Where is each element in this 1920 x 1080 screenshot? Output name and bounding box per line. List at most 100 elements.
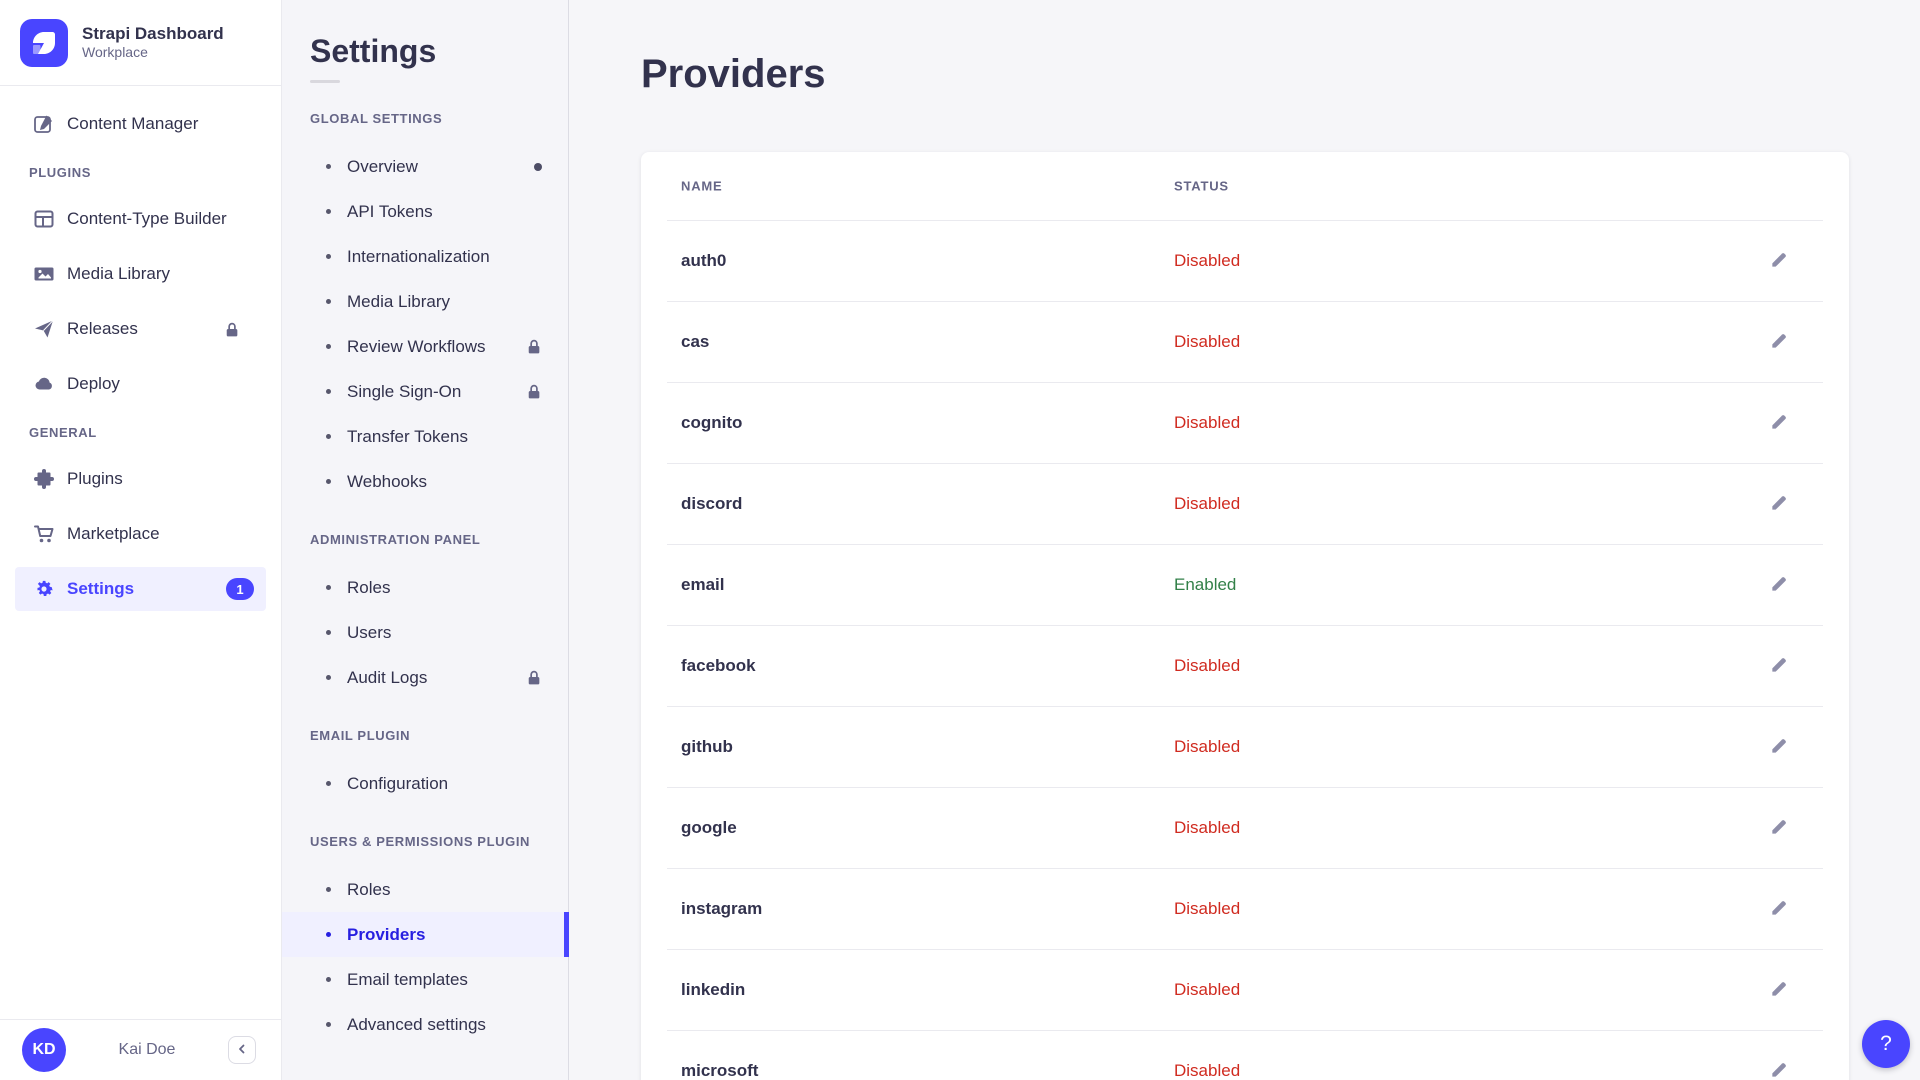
provider-status: Disabled bbox=[1174, 494, 1240, 514]
pencil-icon bbox=[1769, 736, 1789, 759]
lock-icon bbox=[525, 383, 542, 400]
edit-provider-button[interactable] bbox=[1763, 1055, 1795, 1080]
provider-status: Disabled bbox=[1174, 737, 1240, 757]
table-row[interactable]: facebook Disabled bbox=[667, 625, 1823, 706]
image-icon bbox=[33, 263, 55, 285]
subnav-section-users-permissions-plugin: USERS & PERMISSIONS PLUGIN bbox=[282, 832, 568, 852]
subnav-item-review-workflows[interactable]: Review Workflows bbox=[282, 324, 568, 369]
subnav-item-advanced-settings[interactable]: Advanced settings bbox=[282, 1002, 568, 1047]
subnav-item-email-templates[interactable]: Email templates bbox=[282, 957, 568, 1002]
edit-provider-button[interactable] bbox=[1763, 326, 1795, 358]
edit-provider-button[interactable] bbox=[1763, 650, 1795, 682]
collapse-sidebar-button[interactable] bbox=[228, 1036, 256, 1064]
edit-provider-button[interactable] bbox=[1763, 812, 1795, 844]
sidebar-section-general: GENERAL bbox=[0, 423, 281, 443]
provider-status: Disabled bbox=[1174, 251, 1240, 271]
table-row[interactable]: instagram Disabled bbox=[667, 868, 1823, 949]
main-sidebar: Strapi Dashboard Workplace Content Manag… bbox=[0, 0, 282, 1080]
provider-status: Disabled bbox=[1174, 818, 1240, 838]
subnav-item-admin-roles[interactable]: Roles bbox=[282, 565, 568, 610]
sidebar-item-label: Media Library bbox=[67, 264, 170, 284]
edit-provider-button[interactable] bbox=[1763, 488, 1795, 520]
table-row[interactable]: microsoft Disabled bbox=[667, 1030, 1823, 1080]
subnav-item-api-tokens[interactable]: API Tokens bbox=[282, 189, 568, 234]
providers-table: NAME STATUS auth0 Disabled cas Disabled … bbox=[641, 152, 1849, 1080]
subnav-item-single-sign-on[interactable]: Single Sign-On bbox=[282, 369, 568, 414]
subnav-item-transfer-tokens[interactable]: Transfer Tokens bbox=[282, 414, 568, 459]
provider-status: Disabled bbox=[1174, 332, 1240, 352]
table-row[interactable]: cas Disabled bbox=[667, 301, 1823, 382]
settings-subnav: Settings GLOBAL SETTINGS Overview API To… bbox=[282, 0, 569, 1080]
provider-status: Disabled bbox=[1174, 899, 1240, 919]
subnav-item-providers[interactable]: Providers bbox=[282, 912, 568, 957]
pencil-icon bbox=[1769, 250, 1789, 273]
subnav-item-admin-users[interactable]: Users bbox=[282, 610, 568, 655]
edit-provider-button[interactable] bbox=[1763, 893, 1795, 925]
pencil-icon bbox=[1769, 1060, 1789, 1080]
layout-icon bbox=[33, 208, 55, 230]
sidebar-item-settings[interactable]: Settings 1 bbox=[15, 567, 266, 611]
bullet-icon bbox=[326, 209, 331, 214]
subnav-item-up-roles[interactable]: Roles bbox=[282, 867, 568, 912]
main-content: Providers NAME STATUS auth0 Disabled cas… bbox=[570, 0, 1920, 1080]
subnav-title: Settings bbox=[282, 32, 568, 70]
column-header-name: NAME bbox=[681, 179, 722, 194]
provider-name: github bbox=[681, 737, 733, 757]
table-row[interactable]: google Disabled bbox=[667, 787, 1823, 868]
table-row[interactable]: discord Disabled bbox=[667, 463, 1823, 544]
bullet-icon bbox=[326, 887, 331, 892]
edit-provider-button[interactable] bbox=[1763, 569, 1795, 601]
provider-name: microsoft bbox=[681, 1061, 758, 1080]
workspace-subtitle: Workplace bbox=[82, 44, 224, 62]
edit-provider-button[interactable] bbox=[1763, 731, 1795, 763]
strapi-logo-icon bbox=[20, 19, 68, 67]
bullet-icon bbox=[326, 434, 331, 439]
table-row[interactable]: linkedin Disabled bbox=[667, 949, 1823, 1030]
provider-name: instagram bbox=[681, 899, 762, 919]
workspace-switcher[interactable]: Strapi Dashboard Workplace bbox=[0, 0, 281, 86]
subnav-item-internationalization[interactable]: Internationalization bbox=[282, 234, 568, 279]
avatar[interactable]: KD bbox=[22, 1028, 66, 1072]
subnav-item-media-library[interactable]: Media Library bbox=[282, 279, 568, 324]
user-name: Kai Doe bbox=[66, 1041, 228, 1059]
bullet-icon bbox=[326, 932, 331, 937]
subnav-item-overview[interactable]: Overview bbox=[282, 144, 568, 189]
bullet-icon bbox=[326, 164, 331, 169]
sidebar-item-releases[interactable]: Releases bbox=[0, 307, 281, 351]
page-title: Providers bbox=[641, 50, 1849, 98]
sidebar-item-content-manager[interactable]: Content Manager bbox=[0, 102, 281, 146]
column-header-status: STATUS bbox=[1174, 179, 1229, 194]
sidebar-item-deploy[interactable]: Deploy bbox=[0, 362, 281, 406]
subnav-item-audit-logs[interactable]: Audit Logs bbox=[282, 655, 568, 700]
help-button[interactable]: ? bbox=[1862, 1020, 1910, 1068]
table-row[interactable]: github Disabled bbox=[667, 706, 1823, 787]
provider-status: Disabled bbox=[1174, 980, 1240, 1000]
subnav-item-webhooks[interactable]: Webhooks bbox=[282, 459, 568, 504]
provider-name: auth0 bbox=[681, 251, 726, 271]
sidebar-item-plugins[interactable]: Plugins bbox=[0, 457, 281, 501]
pencil-icon bbox=[1769, 898, 1789, 921]
bullet-icon bbox=[326, 299, 331, 304]
edit-provider-button[interactable] bbox=[1763, 245, 1795, 277]
table-row[interactable]: cognito Disabled bbox=[667, 382, 1823, 463]
pencil-icon bbox=[1769, 979, 1789, 1002]
edit-provider-button[interactable] bbox=[1763, 974, 1795, 1006]
subnav-item-configuration[interactable]: Configuration bbox=[282, 761, 568, 806]
provider-status: Disabled bbox=[1174, 656, 1240, 676]
gear-icon bbox=[33, 578, 55, 600]
sidebar-item-marketplace[interactable]: Marketplace bbox=[0, 512, 281, 556]
provider-name: cas bbox=[681, 332, 709, 352]
sidebar-item-media-library[interactable]: Media Library bbox=[0, 252, 281, 296]
provider-name: cognito bbox=[681, 413, 742, 433]
sidebar-item-label: Content-Type Builder bbox=[67, 209, 227, 229]
sidebar-item-content-type-builder[interactable]: Content-Type Builder bbox=[0, 197, 281, 241]
edit-provider-button[interactable] bbox=[1763, 407, 1795, 439]
sidebar-section-plugins: PLUGINS bbox=[0, 163, 281, 183]
user-profile-row: KD Kai Doe bbox=[0, 1019, 281, 1080]
table-row[interactable]: email Enabled bbox=[667, 544, 1823, 625]
pencil-icon bbox=[1769, 817, 1789, 840]
cloud-icon bbox=[33, 373, 55, 395]
settings-notification-badge: 1 bbox=[226, 578, 254, 600]
table-row[interactable]: auth0 Disabled bbox=[667, 220, 1823, 301]
brand-text: Strapi Dashboard Workplace bbox=[82, 23, 224, 62]
